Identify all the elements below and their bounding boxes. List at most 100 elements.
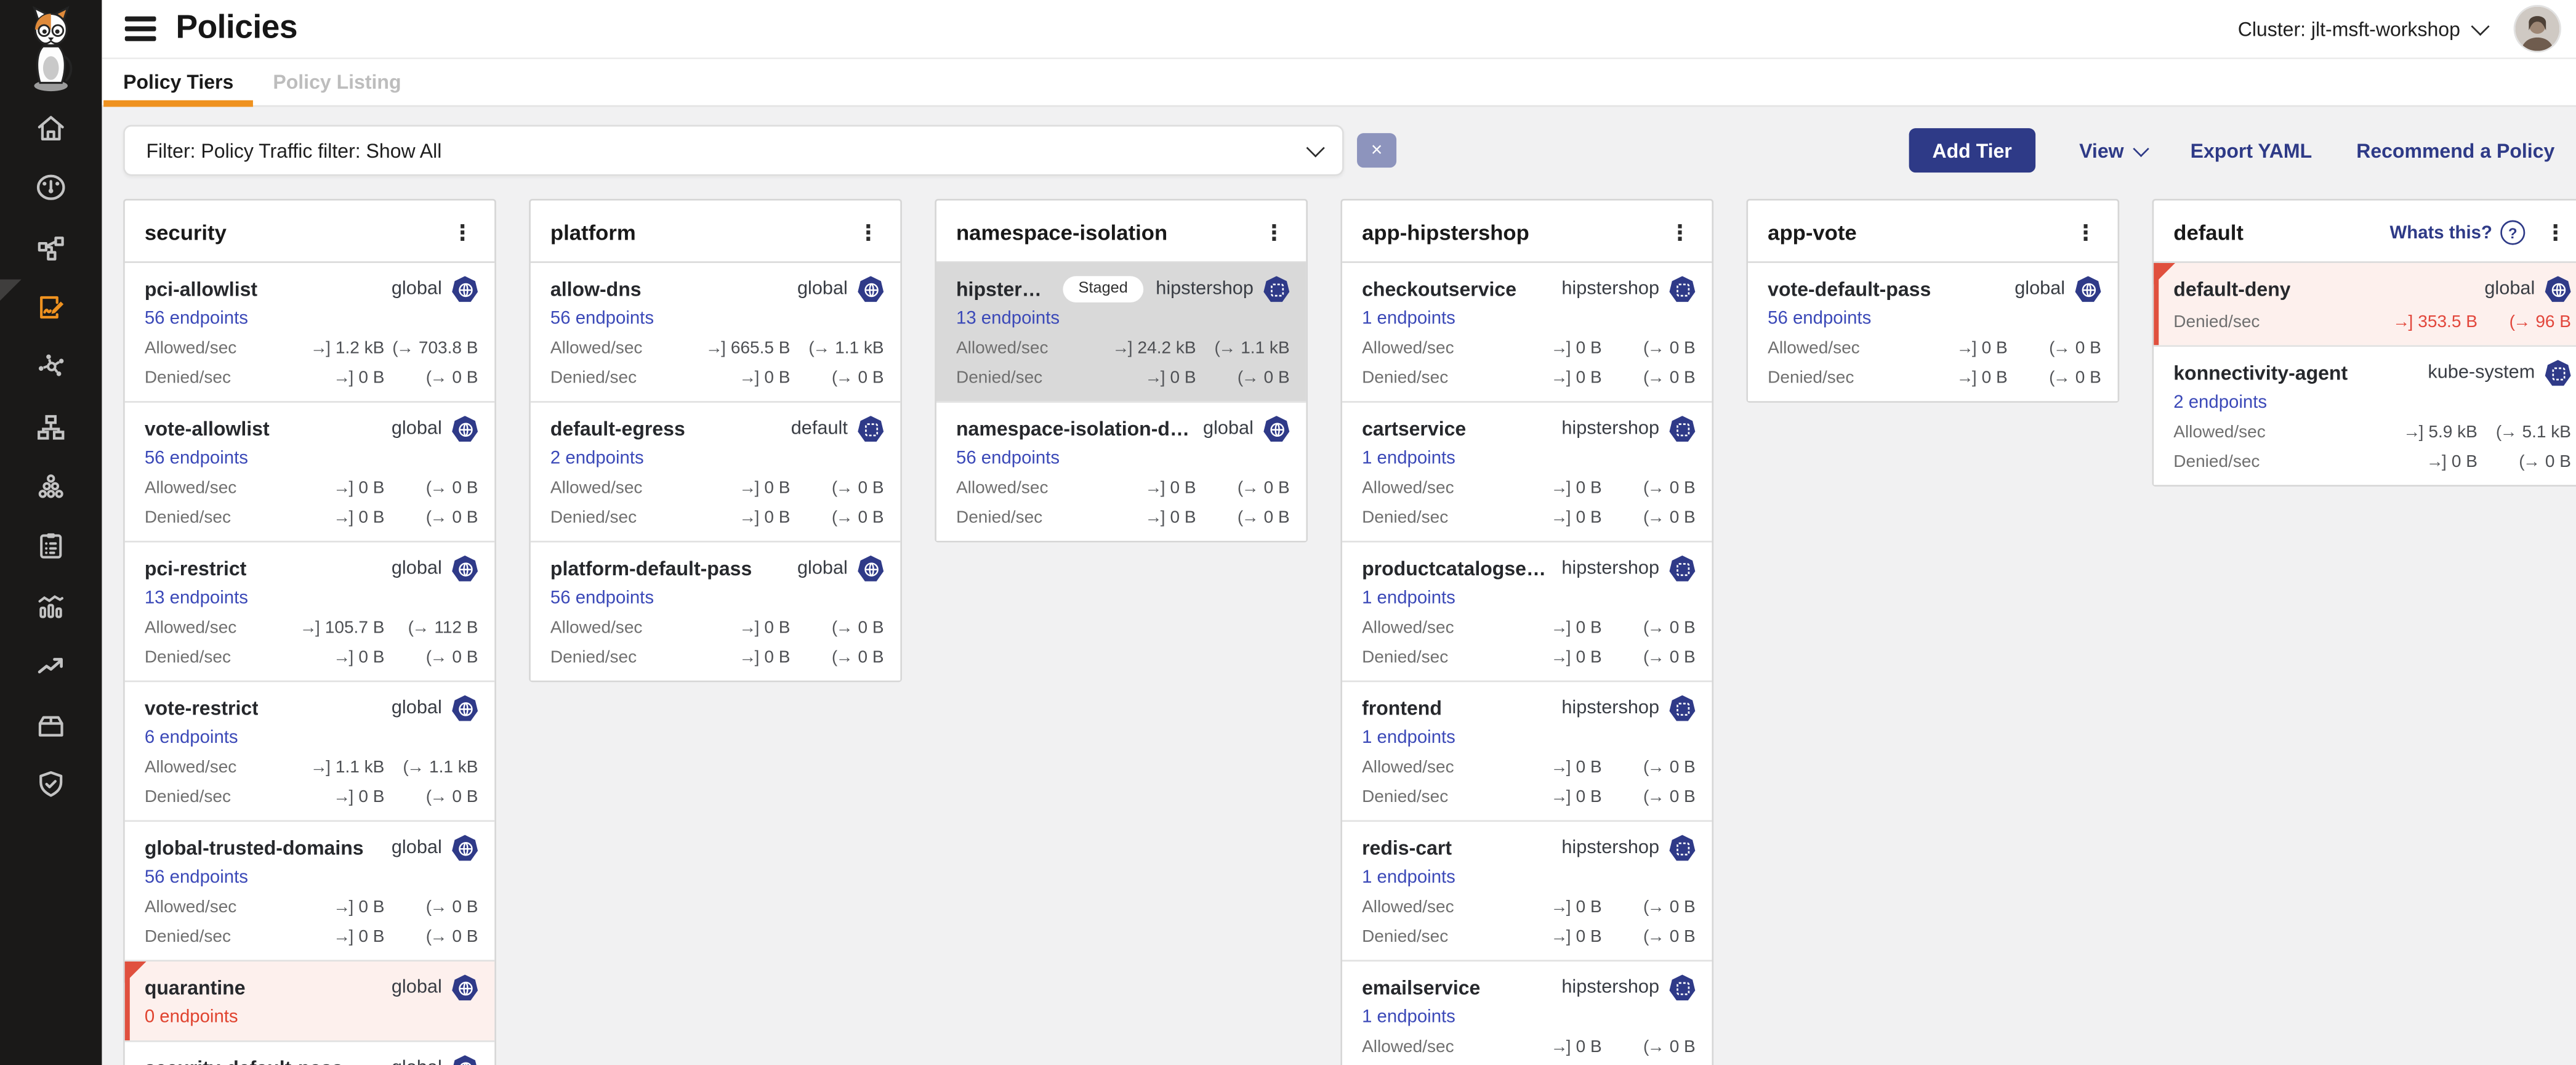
sidebar-item-home[interactable] <box>0 99 102 158</box>
sidebar <box>0 0 102 1065</box>
endpoints-link[interactable]: 1 endpoints <box>1362 448 1455 468</box>
policy-card-checkoutservice[interactable]: checkoutservicehipstershop1 endpointsAll… <box>1342 263 1712 401</box>
endpoints-link[interactable]: 0 endpoints <box>145 1008 238 1027</box>
endpoints-link[interactable]: 1 endpoints <box>1362 1008 1455 1027</box>
egress-icon: (→ <box>1238 368 1257 388</box>
add-tier-button[interactable]: Add Tier <box>1909 128 2035 172</box>
endpoints-link[interactable]: 1 endpoints <box>1362 309 1455 329</box>
ingress-icon: →] <box>333 927 352 947</box>
endpoints-link[interactable]: 56 endpoints <box>145 868 248 888</box>
policy-card-vote-restrict[interactable]: vote-restrictglobal6 endpointsAllowed/se… <box>125 681 494 820</box>
policy-card-frontend[interactable]: frontendhipstershop1 endpointsAllowed/se… <box>1342 681 1712 820</box>
clear-filter-button[interactable]: × <box>1357 133 1396 168</box>
endpoints-link[interactable]: 56 endpoints <box>956 448 1060 468</box>
help-icon[interactable]: ? <box>2500 221 2525 245</box>
endpoints-link[interactable]: 56 endpoints <box>1768 309 1871 329</box>
recommend-policy-button[interactable]: Recommend a Policy <box>2356 139 2554 161</box>
whats-this-link[interactable]: Whats this? <box>2390 223 2492 243</box>
tier-menu-icon[interactable]: ⋮ <box>1257 222 1291 243</box>
egress-icon: (→ <box>1643 478 1663 498</box>
policy-traffic-filter-dropdown[interactable]: Filter: Policy Traffic filter: Show All <box>123 125 1344 176</box>
tier-menu-icon[interactable]: ⋮ <box>2538 222 2573 243</box>
policy-card-redis-cart[interactable]: redis-carthipstershop1 endpointsAllowed/… <box>1342 820 1712 960</box>
policy-card-cartservice[interactable]: cartservicehipstershop1 endpointsAllowed… <box>1342 401 1712 541</box>
tab-policy-tiers[interactable]: Policy Tiers <box>103 59 253 105</box>
allowed-egress-value: 0 B <box>1670 478 1696 498</box>
denied-ingress-value: 0 B <box>358 787 384 807</box>
allowed-ingress-value: 0 B <box>1576 758 1602 777</box>
sidebar-item-trends[interactable] <box>0 636 102 695</box>
egress-icon: (→ <box>426 897 446 917</box>
sidebar-item-policies[interactable] <box>0 278 102 338</box>
sidebar-item-clusters[interactable] <box>0 456 102 516</box>
policy-card-vote-allowlist[interactable]: vote-allowlistglobal56 endpointsAllowed/… <box>125 401 494 541</box>
service-graph-icon <box>34 232 67 264</box>
policy-card-default-egress[interactable]: default-egressdefault2 endpointsAllowed/… <box>531 401 900 541</box>
sidebar-item-packages[interactable] <box>0 695 102 755</box>
policy-card-pci-allowlist[interactable]: pci-allowlistglobal56 endpointsAllowed/s… <box>125 263 494 401</box>
sidebar-item-threat-defense[interactable] <box>0 755 102 814</box>
denied-egress-value: 0 B <box>452 647 478 667</box>
tier-menu-icon[interactable]: ⋮ <box>851 222 885 243</box>
global-scope-icon <box>452 974 478 1001</box>
policy-card-konnectivity-agent[interactable]: konnectivity-agentkube-system2 endpoints… <box>2154 345 2576 485</box>
endpoints-link[interactable]: 1 endpoints <box>1362 868 1455 888</box>
sidebar-item-network[interactable] <box>0 397 102 456</box>
sidebar-item-compliance[interactable] <box>0 516 102 576</box>
policy-card-pci-restrict[interactable]: pci-restrictglobal13 endpointsAllowed/se… <box>125 541 494 681</box>
ingress-icon: →] <box>1550 478 1569 498</box>
view-dropdown[interactable]: View <box>2079 139 2146 161</box>
policy-card-security-default-pass[interactable]: security-default-passglobal <box>125 1040 494 1065</box>
allowed-label: Allowed/sec <box>956 339 1049 358</box>
endpoints-link[interactable]: 56 endpoints <box>550 309 654 329</box>
policy-card-quarantine[interactable]: quarantineglobal0 endpoints <box>125 960 494 1040</box>
policy-card-productcatalogservice[interactable]: productcatalogservicehipstershop1 endpoi… <box>1342 541 1712 681</box>
global-scope-icon <box>858 276 884 302</box>
endpoints-link[interactable]: 13 endpoints <box>956 309 1060 329</box>
allowed-label: Allowed/sec <box>145 478 237 498</box>
scope-label: hipstershop <box>1548 699 1659 718</box>
allowed-label: Allowed/sec <box>1768 339 1860 358</box>
allowed-stat-row: Allowed/sec→]0 B(→0 B <box>956 478 1290 498</box>
avatar[interactable] <box>2514 5 2561 52</box>
sidebar-item-service-graph[interactable] <box>0 218 102 278</box>
endpoints-link[interactable]: 56 endpoints <box>145 448 248 468</box>
policy-card-allow-dns[interactable]: allow-dnsglobal56 endpointsAllowed/sec→]… <box>531 263 900 401</box>
endpoints-link[interactable]: 1 endpoints <box>1362 728 1455 748</box>
sidebar-item-metrics[interactable] <box>0 576 102 636</box>
tab-policy-listing[interactable]: Policy Listing <box>253 59 421 105</box>
tier-menu-icon[interactable]: ⋮ <box>1662 222 1697 243</box>
sidebar-item-dashboard[interactable] <box>0 158 102 218</box>
calico-cat-logo[interactable] <box>0 0 102 99</box>
endpoints-link[interactable]: 56 endpoints <box>145 309 248 329</box>
policy-card-namespace-isolation-default-p[interactable]: namespace-isolation-default-p…global56 e… <box>936 401 1306 541</box>
export-yaml-button[interactable]: Export YAML <box>2191 139 2312 161</box>
policy-card-default-deny[interactable]: default-denyglobalDenied/sec→]353.5 B(→9… <box>2154 263 2576 345</box>
endpoints-link[interactable]: 2 endpoints <box>550 448 644 468</box>
allowed-egress-value: 0 B <box>1670 339 1696 358</box>
egress-icon: (→ <box>1215 339 1234 358</box>
allowed-egress-value: 703.8 B <box>419 339 478 358</box>
tier-menu-icon[interactable]: ⋮ <box>445 222 480 243</box>
endpoints-link[interactable]: 2 endpoints <box>2173 393 2267 413</box>
menu-icon[interactable] <box>125 17 156 41</box>
policy-card-platform-default-pass[interactable]: platform-default-passglobal56 endpointsA… <box>531 541 900 681</box>
ingress-icon: →] <box>333 508 352 528</box>
denied-label: Denied/sec <box>145 927 231 947</box>
allowed-ingress-value: 0 B <box>1576 478 1602 498</box>
tier-menu-icon[interactable]: ⋮ <box>2068 222 2103 243</box>
policy-card-vote-default-pass[interactable]: vote-default-passglobal56 endpointsAllow… <box>1748 263 2117 401</box>
cluster-selector[interactable]: Cluster: jlt-msft-workshop <box>2238 17 2486 40</box>
endpoints-link[interactable]: 1 endpoints <box>1362 588 1455 608</box>
denied-egress-value: 0 B <box>1670 647 1696 667</box>
policy-card-hipstershop-gh[interactable]: hipstershop-gh…Stagedhipstershop13 endpo… <box>936 263 1306 401</box>
tier-header: security⋮ <box>125 201 494 263</box>
policy-card-emailservice[interactable]: emailservicehipstershop1 endpointsAllowe… <box>1342 960 1712 1065</box>
policy-card-global-trusted-domains[interactable]: global-trusted-domainsglobal56 endpoints… <box>125 820 494 960</box>
metrics-icon <box>34 589 67 622</box>
endpoints-link[interactable]: 56 endpoints <box>550 588 654 608</box>
sidebar-item-endpoints[interactable] <box>0 338 102 397</box>
endpoints-link[interactable]: 13 endpoints <box>145 588 248 608</box>
scope-label: global <box>379 699 442 718</box>
endpoints-link[interactable]: 6 endpoints <box>145 728 238 748</box>
